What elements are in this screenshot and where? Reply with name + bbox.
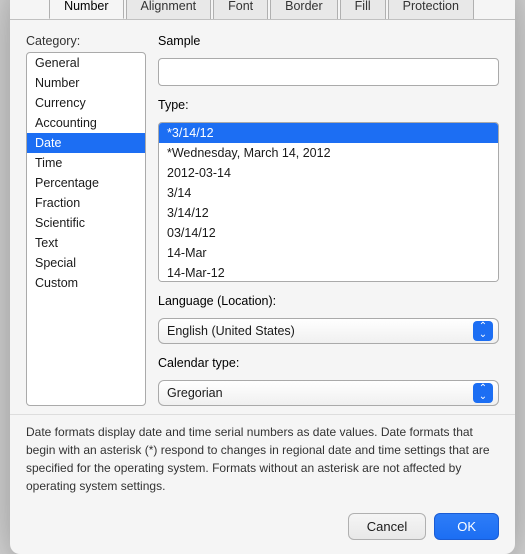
type-item[interactable]: 03/14/12 — [159, 223, 498, 243]
sample-box — [158, 58, 499, 86]
tab-font[interactable]: Font — [213, 0, 268, 19]
type-item[interactable]: 3/14/12 — [159, 203, 498, 223]
tab-bar: NumberAlignmentFontBorderFillProtection — [10, 0, 515, 20]
type-item[interactable]: *3/14/12 — [159, 123, 498, 143]
tab-border[interactable]: Border — [270, 0, 338, 19]
ok-button[interactable]: OK — [434, 513, 499, 540]
type-item[interactable]: 14-Mar-12 — [159, 263, 498, 282]
sample-label: Sample — [158, 34, 499, 48]
category-item[interactable]: Date — [27, 133, 145, 153]
format-cells-dialog: Format Cells NumberAlignmentFontBorderFi… — [10, 0, 515, 554]
type-item[interactable]: 2012-03-14 — [159, 163, 498, 183]
language-label: Language (Location): — [158, 294, 499, 308]
calendar-select[interactable]: GregorianIslamicHebrewJapanese — [158, 380, 499, 406]
type-list[interactable]: *3/14/12*Wednesday, March 14, 20122012-0… — [158, 122, 499, 282]
format-options-panel: Sample Type: *3/14/12*Wednesday, March 1… — [158, 34, 499, 406]
tab-fill[interactable]: Fill — [340, 0, 386, 19]
category-item[interactable]: Accounting — [27, 113, 145, 133]
category-item[interactable]: Fraction — [27, 193, 145, 213]
category-item[interactable]: Text — [27, 233, 145, 253]
type-item[interactable]: 14-Mar — [159, 243, 498, 263]
description-text: Date formats display date and time seria… — [10, 414, 515, 505]
category-item[interactable]: Number — [27, 73, 145, 93]
tab-alignment[interactable]: Alignment — [126, 0, 212, 19]
type-label: Type: — [158, 98, 499, 112]
type-item[interactable]: 3/14 — [159, 183, 498, 203]
calendar-select-wrapper: GregorianIslamicHebrewJapanese — [158, 380, 499, 406]
type-item[interactable]: *Wednesday, March 14, 2012 — [159, 143, 498, 163]
cancel-button[interactable]: Cancel — [348, 513, 426, 540]
language-select-wrapper: English (United States)English (UK)Frenc… — [158, 318, 499, 344]
tab-protection[interactable]: Protection — [388, 0, 474, 19]
category-label: Category: — [26, 34, 146, 48]
category-item[interactable]: General — [27, 53, 145, 73]
category-item[interactable]: Time — [27, 153, 145, 173]
category-panel: Category: GeneralNumberCurrencyAccountin… — [26, 34, 146, 406]
category-item[interactable]: Special — [27, 253, 145, 273]
category-item[interactable]: Percentage — [27, 173, 145, 193]
language-select[interactable]: English (United States)English (UK)Frenc… — [158, 318, 499, 344]
category-item[interactable]: Custom — [27, 273, 145, 293]
dialog-footer: Cancel OK — [10, 505, 515, 554]
category-item[interactable]: Scientific — [27, 213, 145, 233]
tab-number[interactable]: Number — [49, 0, 123, 19]
category-item[interactable]: Currency — [27, 93, 145, 113]
category-list[interactable]: GeneralNumberCurrencyAccountingDateTimeP… — [26, 52, 146, 406]
calendar-label: Calendar type: — [158, 356, 499, 370]
content-area: Category: GeneralNumberCurrencyAccountin… — [10, 20, 515, 414]
